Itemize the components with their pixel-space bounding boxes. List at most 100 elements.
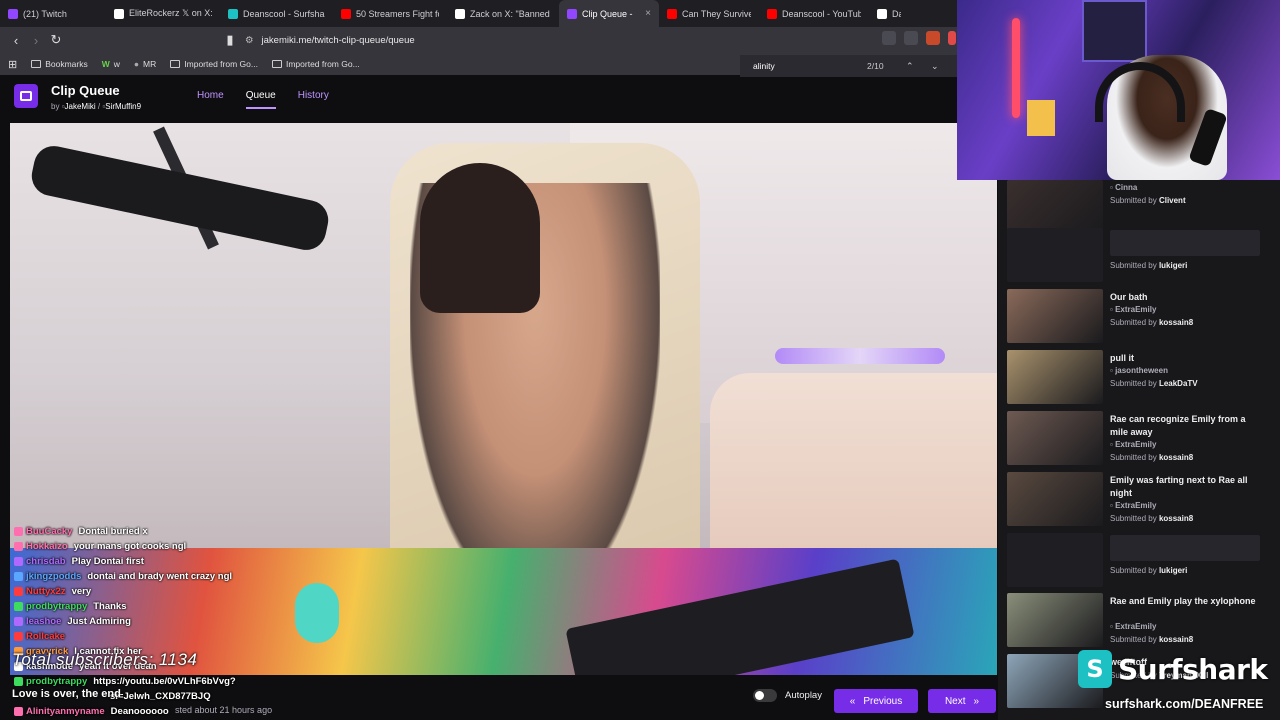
share-icon[interactable] <box>904 31 918 45</box>
queue-thumbnail[interactable] <box>1007 228 1103 282</box>
folder-icon <box>31 60 42 68</box>
submitted-by-label: Submitted by <box>1110 379 1157 388</box>
browser-tab[interactable]: Can They Survive The F <box>659 0 759 27</box>
alert-icon[interactable] <box>948 31 956 45</box>
queue-thumbnail[interactable] <box>1007 533 1103 587</box>
browser-tab[interactable]: Deanscool - YouTube <box>759 0 869 27</box>
browser-tab[interactable]: Deanscool - Surfshark <box>220 0 333 27</box>
posted-time: sted about 21 hours ago <box>175 705 273 715</box>
queue-item[interactable]: Our bath ▫ ExtraEmily Submitted by kossain… <box>1007 289 1273 347</box>
chat-text: very <box>71 586 92 597</box>
previous-button[interactable]: « Previous <box>834 689 918 713</box>
chat-username: Hokkaizo <box>26 541 68 552</box>
nav-history[interactable]: History <box>298 90 329 109</box>
tab-favicon-icon <box>767 8 777 19</box>
queue-thumbnail[interactable] <box>1007 411 1103 465</box>
clip-queue-logo-icon[interactable] <box>14 84 38 108</box>
queue-submitter: Submitted by kossain8 <box>1110 635 1193 644</box>
queue-thumbnail[interactable] <box>1007 289 1103 343</box>
next-button[interactable]: Next » <box>928 689 996 713</box>
bookmark-icon[interactable]: ▮ <box>220 32 240 48</box>
screen-icon[interactable] <box>882 31 896 45</box>
surfshark-url: surfshark.com/DEANFREE <box>1105 697 1264 711</box>
chat-text: si=JeIwh_CXD877BJQ <box>110 691 211 702</box>
find-input[interactable]: alinity <box>753 61 775 71</box>
queue-title: Rae and Emily play the xylophone <box>1110 596 1256 606</box>
tab-favicon-icon <box>877 8 887 19</box>
submitter-name: kossain8 <box>1158 318 1194 327</box>
bookmark-mr[interactable]: ● MR <box>134 59 156 69</box>
queue-item[interactable]: Submitted by lukigeri <box>1007 228 1273 286</box>
find-next-icon[interactable]: ⌄ <box>931 61 939 72</box>
queue-item[interactable]: Emily was farting next to Rae all night ▫… <box>1007 472 1273 530</box>
address-bar[interactable]: ⚙ jakemiki.me/twitch-clip-queue/queue <box>245 31 865 49</box>
chat-username: chrisdab <box>26 556 66 567</box>
find-bar: alinity 2/10 ⌃ ⌄ <box>740 55 958 77</box>
previous-label: Previous <box>863 695 903 707</box>
chat-username: prodbytrappy <box>26 676 88 687</box>
apps-icon[interactable]: ⊞ <box>8 58 17 71</box>
submitter-name: Clivent <box>1158 196 1186 205</box>
bookmark-imported-1[interactable]: Imported from Go... <box>170 59 258 69</box>
bookmark-imported-2[interactable]: Imported from Go... <box>271 59 360 69</box>
browser-tab[interactable]: Clip Queue - C × <box>559 0 659 27</box>
autoplay-control[interactable]: Autoplay <box>753 689 822 702</box>
bookmark-bookmarks[interactable]: Bookmarks <box>31 59 88 69</box>
video-blanket <box>710 373 997 548</box>
chat-message: jkingzpodds dontai and brady went crazy n… <box>14 569 414 584</box>
browser-tab[interactable]: EliteRockerz 𝕏 on X: "It <box>106 0 220 27</box>
browser-tab[interactable]: (21) Twitch <box>0 0 106 27</box>
forward-icon[interactable]: › <box>26 33 46 48</box>
nav-home[interactable]: Home <box>197 90 224 109</box>
submitted-by-label: Submitted by <box>1110 514 1157 523</box>
next-label: Next <box>944 695 966 707</box>
queue-item[interactable]: Rae can recognize Emily from a mile away… <box>1007 411 1273 469</box>
chat-username: Nuttyx2z <box>26 586 66 597</box>
chat-text: Play Dontai first <box>71 556 144 567</box>
queue-item[interactable]: Submitted by lukigeri <box>1007 533 1273 591</box>
nav-queue[interactable]: Queue <box>245 90 276 109</box>
back-icon[interactable]: ‹ <box>6 33 26 48</box>
chat-text: Dontal buried x <box>78 526 148 537</box>
video-streamer-hair <box>420 163 540 313</box>
submitter-name: lukigeri <box>1158 566 1188 575</box>
chat-username: Rollcake <box>26 631 66 642</box>
previous-icon: « <box>849 695 856 707</box>
queue-thumbnail[interactable] <box>1007 472 1103 526</box>
chat-username: Alinityanmyname <box>26 706 105 717</box>
bookmark-w[interactable]: Ww <box>102 59 120 69</box>
queue-submitter: Submitted by LeakDaTV <box>1110 379 1198 388</box>
extension-icon[interactable] <box>926 31 940 45</box>
queue-thumbnail[interactable] <box>1007 180 1103 234</box>
chat-badge-icon <box>14 542 23 551</box>
queue-item[interactable]: pull it ▫ jasontheween Submitted by LeakDa… <box>1007 350 1273 408</box>
queue-title-placeholder <box>1110 535 1260 561</box>
tab-favicon-icon <box>567 8 577 19</box>
site-info-icon[interactable]: ⚙ <box>245 35 254 46</box>
browser-tab[interactable]: Zack on X: "Banned for <box>447 0 559 27</box>
find-prev-icon[interactable]: ⌃ <box>906 61 914 72</box>
chat-message: Rollcake <box>14 629 414 644</box>
webcam-frame <box>1027 100 1055 136</box>
tab-label: (21) Twitch <box>23 8 67 19</box>
browser-tab[interactable]: Daily <box>869 0 909 27</box>
queue-thumbnail[interactable] <box>1007 593 1103 647</box>
author-sirmuffin9[interactable]: SirMuffin9 <box>105 102 141 111</box>
chat-text: https://youtu.be/0vVLhF6bVvg? <box>93 676 236 687</box>
bookmark-label: Imported from Go... <box>184 59 258 69</box>
queue-thumbnail[interactable] <box>1007 350 1103 404</box>
reload-icon[interactable]: ↻ <box>46 32 66 48</box>
browser-tab[interactable]: 50 Streamers Fight for <box>333 0 447 27</box>
autoplay-label: Autoplay <box>785 690 822 701</box>
queue-channel: ▫ jasontheween <box>1110 366 1168 375</box>
queue-item[interactable]: Rae and Emily play the xylophone ▫ ExtraE… <box>1007 593 1273 651</box>
submitted-by-label: Submitted by <box>1110 453 1157 462</box>
author-jakemiki[interactable]: JakeMiki <box>65 102 96 111</box>
chat-badge-icon <box>14 557 23 566</box>
queue-title: Our bath <box>1110 292 1148 302</box>
surfshark-logo: S Surfshark <box>1078 650 1268 688</box>
app-nav: Home Queue History <box>197 90 329 109</box>
tab-close-icon[interactable]: × <box>645 8 651 19</box>
autoplay-toggle[interactable] <box>753 689 777 702</box>
tab-favicon-icon <box>114 8 124 19</box>
